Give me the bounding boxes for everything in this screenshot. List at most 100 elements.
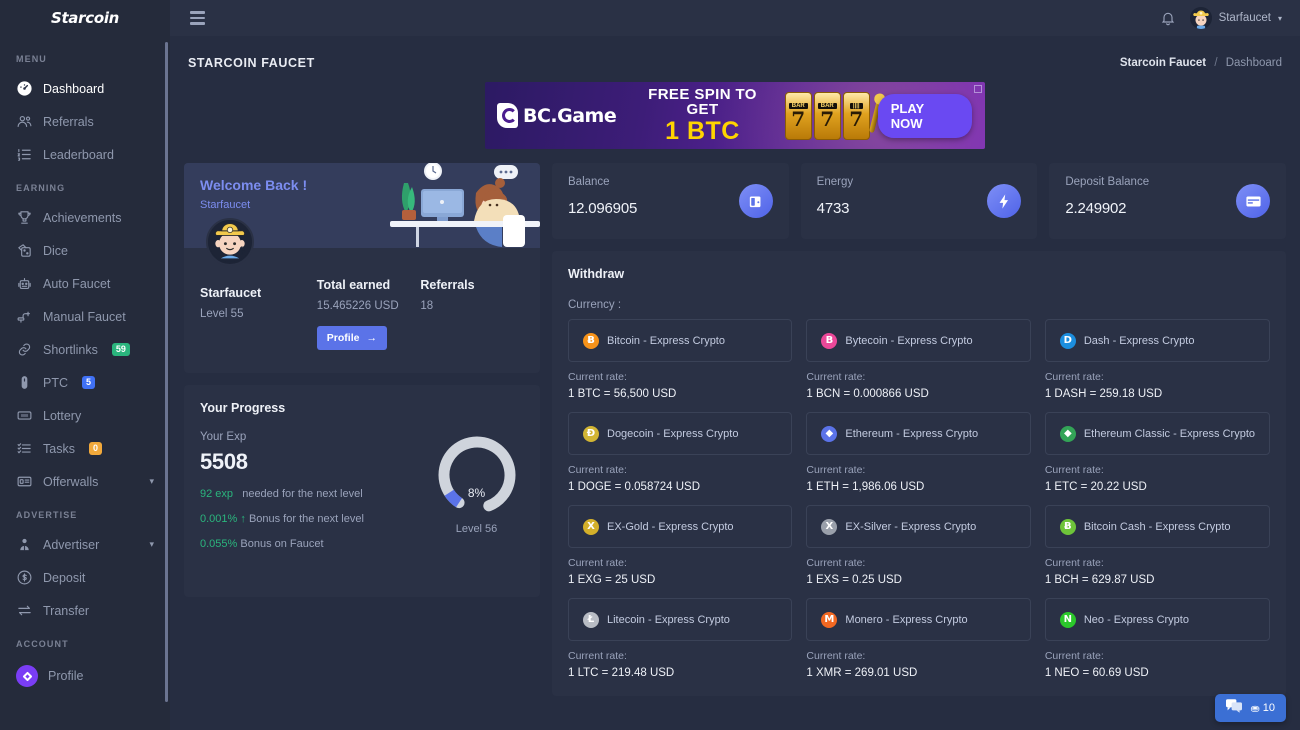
sidebar-item-transfer[interactable]: Transfer: [0, 594, 170, 627]
sidebar-item-profile[interactable]: Profile: [0, 657, 170, 695]
dashboard-columns: Welcome Back ! Starfaucet ₿ Starfaucet L…: [184, 163, 1287, 696]
sidebar-item-shortlinks[interactable]: Shortlinks 59: [0, 333, 170, 366]
link-icon: [16, 341, 33, 358]
rate-value: 1 BTC = 56,500 USD: [568, 388, 677, 400]
sidebar-item-label: Referrals: [43, 114, 94, 129]
sidebar-item-auto-faucet[interactable]: Auto Faucet: [0, 267, 170, 300]
exp-label: Your Exp: [200, 431, 247, 443]
sidebar-item-lottery[interactable]: Lottery: [0, 399, 170, 432]
currency-option[interactable]: M Monero - Express Crypto: [806, 598, 1031, 641]
reel-seven: 7: [791, 107, 806, 131]
next-level-line: 92 exp needed for the next level: [200, 488, 429, 500]
tasklist-icon: [16, 440, 33, 457]
sidebar-section-label: ACCOUNT: [16, 639, 69, 649]
sidebar-item-label: Dashboard: [43, 81, 105, 96]
currency-option[interactable]: Ð Dogecoin - Express Crypto: [568, 412, 793, 455]
sidebar-item-label: PTC: [43, 375, 68, 390]
currency-option[interactable]: X EX-Silver - Express Crypto: [806, 505, 1031, 548]
currency-option[interactable]: X EX-Gold - Express Crypto: [568, 505, 793, 548]
rate-value: 1 DASH = 259.18 USD: [1044, 388, 1163, 400]
breadcrumb-root[interactable]: Starcoin Faucet: [1120, 57, 1206, 69]
sidebar-item-referrals[interactable]: Referrals: [0, 105, 170, 138]
currency-option[interactable]: Ƀ Bitcoin - Express Crypto: [568, 319, 793, 362]
sidebar-item-label: Leaderboard: [43, 147, 114, 162]
profile-avatar[interactable]: ₿: [206, 218, 254, 266]
sidebar-item-dashboard[interactable]: Dashboard: [0, 72, 170, 105]
welcome-name: Starfaucet: [200, 286, 262, 300]
currency-name: EX-Gold - Express Crypto: [607, 520, 734, 533]
next-level-text: needed for the next level: [242, 488, 363, 500]
stat-card-energy: Energy 4733: [800, 163, 1038, 239]
chevron-down-icon[interactable]: ▾: [149, 476, 154, 487]
currency-option[interactable]: D Dash - Express Crypto: [1044, 319, 1270, 362]
rate-value: 1 XMR = 269.01 USD: [806, 667, 918, 679]
sidebar-item-achievements[interactable]: Achievements: [0, 201, 170, 234]
coin-icon: Ƀ: [583, 332, 599, 349]
currency-option[interactable]: Ƀ Bitcoin Cash - Express Crypto: [1044, 505, 1270, 548]
profile-button[interactable]: Profile →: [316, 326, 387, 350]
list-ordered-icon: [16, 146, 33, 163]
sidebar-item-label: Manual Faucet: [43, 309, 126, 324]
sidebar-item-ptc[interactable]: PTC 5: [0, 366, 170, 399]
welcome-user-block: Starfaucet Level 55: [200, 278, 317, 350]
currency-option[interactable]: B Bytecoin - Express Crypto: [806, 319, 1031, 362]
bonus-faucet-line: 0.055% Bonus on Faucet: [200, 538, 429, 550]
user-icon: ⛂: [1250, 702, 1260, 715]
currency-option[interactable]: ◆ Ethereum - Express Crypto: [806, 412, 1031, 455]
right-column: Balance 12.096905 Energy 4733 Deposit Balanc…: [552, 163, 1287, 696]
currency-option[interactable]: Ł Litecoin - Express Crypto: [568, 598, 793, 641]
close-icon[interactable]: [974, 85, 982, 93]
sidebar-item-label: Deposit: [43, 570, 86, 585]
brand-logo[interactable]: Starcoin: [0, 0, 170, 36]
ad-banner[interactable]: BC.Game FREE SPIN TO GET 1 BTC BAR 7 BAR 7…: [485, 82, 985, 149]
bell-icon[interactable]: [1160, 10, 1176, 26]
coin-icon: ◆: [1059, 425, 1076, 442]
progress-title: Your Progress: [200, 401, 286, 415]
sidebar-item-dice[interactable]: Dice: [0, 234, 170, 267]
referrals-value: 18: [420, 300, 434, 312]
referrals-block: Referrals 18: [420, 278, 524, 350]
currency-name: Bitcoin Cash - Express Crypto: [1083, 520, 1231, 533]
sidebar-item-leaderboard[interactable]: Leaderboard: [0, 138, 170, 171]
sidebar-item-advertiser[interactable]: Advertiser ▾: [0, 528, 170, 561]
sidebar-item-label: Profile: [48, 669, 84, 683]
total-earned-label: Total earned: [316, 278, 391, 292]
chat-widget-button[interactable]: ⛂ 10: [1214, 694, 1286, 722]
currency-cell: Ƀ Bitcoin Cash - Express Crypto Current ra…: [1044, 505, 1270, 586]
user-menu[interactable]: Starfaucet ▾: [1189, 7, 1282, 29]
rate-label: Current rate:: [1044, 557, 1104, 569]
ring-level-label: Level 56: [455, 523, 498, 535]
topbar: Starfaucet ▾: [170, 0, 1300, 36]
robot-icon: [16, 275, 33, 292]
arrow-up-icon: ↑: [240, 513, 246, 525]
play-now-button[interactable]: PLAY NOW: [877, 93, 972, 138]
sidebar-toggle-button[interactable]: [188, 7, 207, 29]
sidebar-item-label: Dice: [43, 243, 69, 258]
bonus-next-line: 0.001% ↑ Bonus for the next level: [200, 513, 429, 525]
currency-cell: ◆ Ethereum Classic - Express Crypto Curren…: [1044, 412, 1270, 493]
currency-cell: B Bytecoin - Express Crypto Current rate: 1…: [806, 319, 1031, 400]
brand-name: Starcoin: [50, 9, 120, 27]
sidebar-item-offerwalls[interactable]: Offerwalls ▾: [0, 465, 170, 498]
sidebar-item-deposit[interactable]: Deposit: [0, 561, 170, 594]
chevron-down-icon[interactable]: ▾: [149, 539, 154, 550]
currency-name: Ethereum - Express Crypto: [845, 427, 979, 440]
stat-card-balance: Balance 12.096905: [552, 163, 789, 239]
level-progress-ring: 8% Level 56: [429, 431, 524, 550]
breadcrumb-current: Dashboard: [1225, 57, 1282, 69]
sidebar-section-label: MENU: [16, 54, 47, 64]
rate-label: Current rate:: [568, 557, 627, 569]
coin-icon: M: [821, 611, 838, 628]
currency-option[interactable]: ◆ Ethereum Classic - Express Crypto: [1044, 412, 1270, 455]
sidebar-item-manual-faucet[interactable]: Manual Faucet: [0, 300, 170, 333]
sidebar-item-label: Advertiser: [43, 537, 100, 552]
currency-cell: X EX-Silver - Express Crypto Current rate:…: [806, 505, 1031, 586]
desk-illustration: [390, 163, 540, 247]
rate-value: 1 ETH = 1,986.06 USD: [806, 481, 925, 493]
speedometer-icon: [16, 80, 33, 97]
sidebar-item-tasks[interactable]: Tasks 0: [0, 432, 170, 465]
sidebar-item-label: Lottery: [43, 408, 82, 423]
sidebar-item-label: Tasks: [43, 441, 75, 456]
currency-option[interactable]: N Neo - Express Crypto: [1044, 598, 1270, 641]
welcome-level: Level 55: [200, 308, 244, 320]
